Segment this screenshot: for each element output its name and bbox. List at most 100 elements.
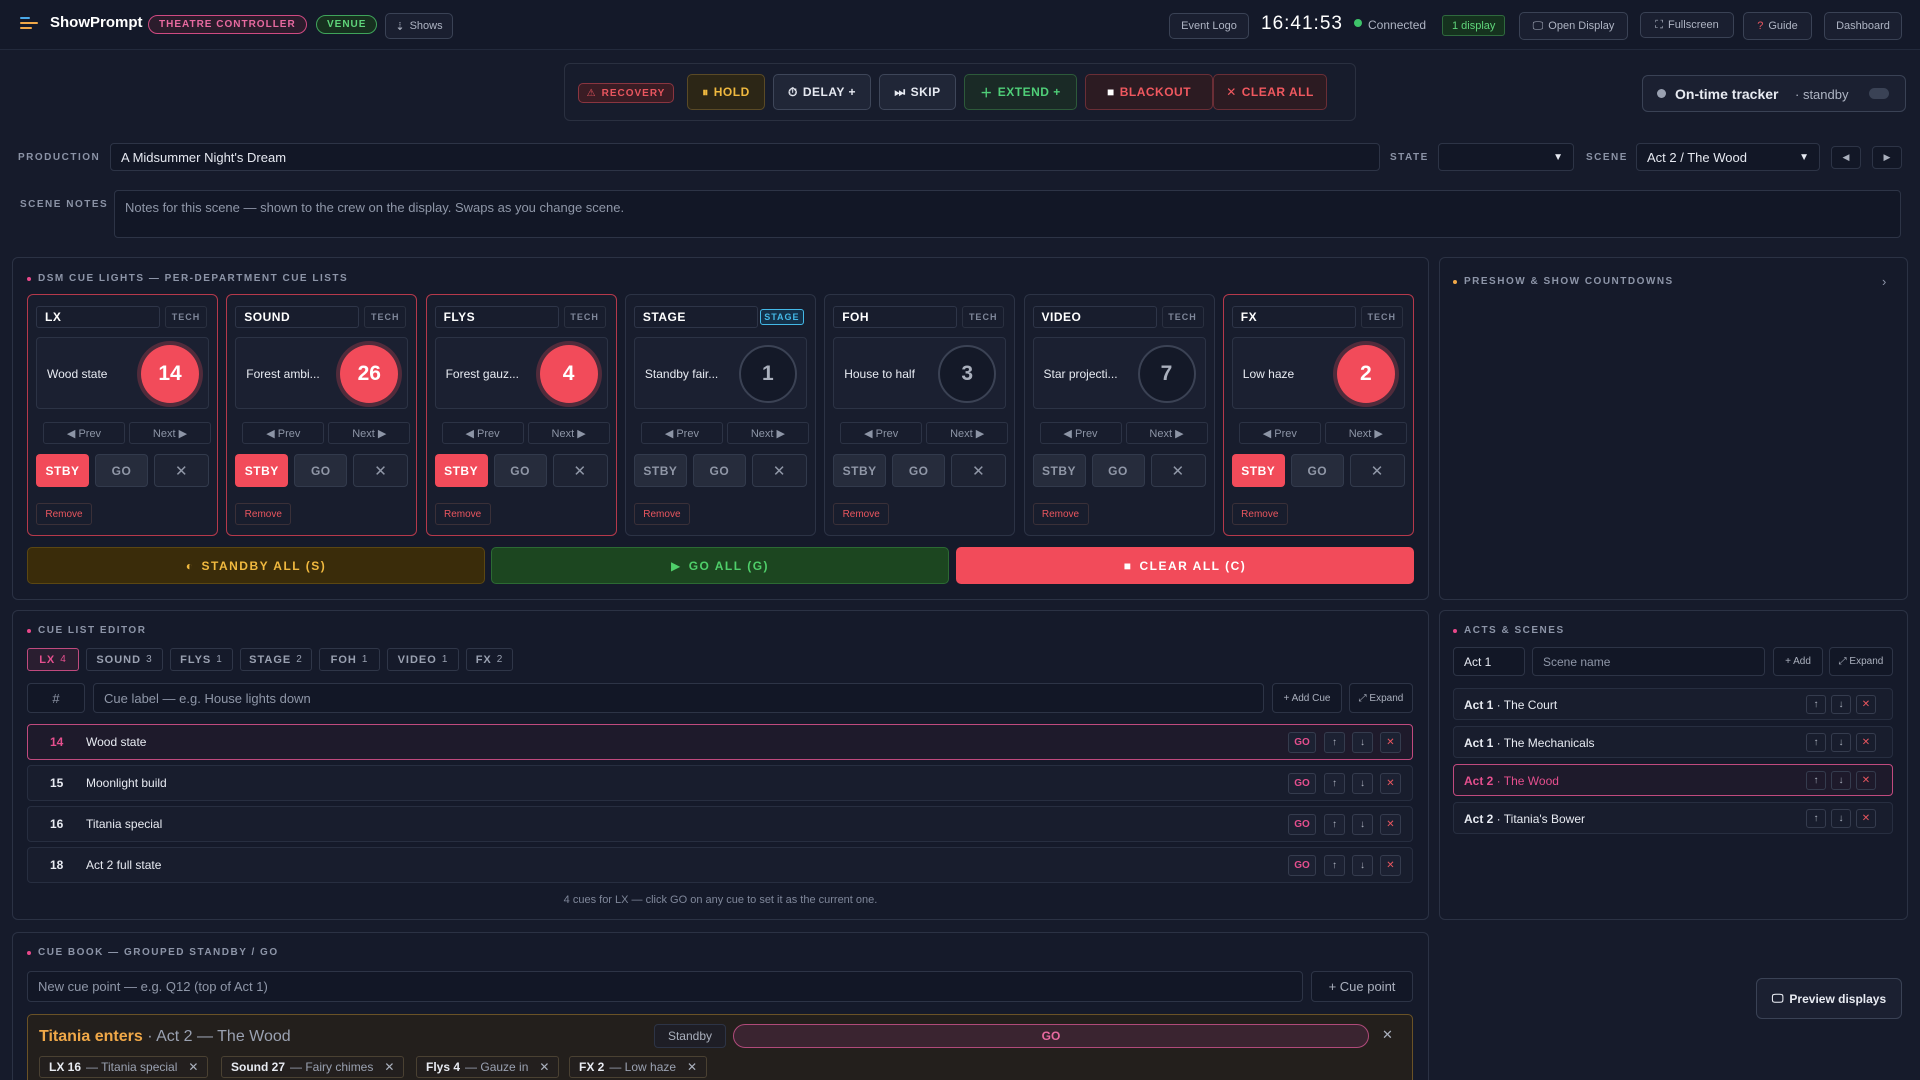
arrow-down-icon[interactable]: ↓ <box>1352 814 1373 835</box>
remove-chip-icon[interactable]: ✕ <box>384 1060 394 1074</box>
delete-icon[interactable]: ✕ <box>1856 733 1876 752</box>
expand-cues-button[interactable]: ⤢ Expand <box>1349 683 1413 713</box>
group-go-button[interactable]: GO <box>733 1024 1369 1048</box>
tab-sound[interactable]: SOUND 3 <box>86 648 163 671</box>
next-cue-button[interactable]: Next ▶ <box>1324 422 1407 444</box>
prev-cue-button[interactable]: ◀ Prev <box>640 422 723 444</box>
prev-cue-button[interactable]: ◀ Prev <box>1039 422 1122 444</box>
go-button[interactable]: GO <box>95 454 148 487</box>
tab-lx[interactable]: LX 4 <box>27 648 79 671</box>
clear-icon[interactable]: ✕ <box>751 454 807 487</box>
tab-fx[interactable]: FX 2 <box>466 648 513 671</box>
remove-dept-button[interactable]: Remove <box>633 503 690 525</box>
tab-foh[interactable]: FOH 1 <box>319 648 380 671</box>
arrow-down-icon[interactable]: ↓ <box>1352 773 1373 794</box>
go-all-button[interactable]: ▶ GO ALL (G) <box>491 547 949 584</box>
shows-button[interactable]: ⇣ Shows <box>385 13 453 39</box>
next-cue-button[interactable]: Next ▶ <box>1125 422 1208 444</box>
clear-all-button[interactable]: ■ CLEAR ALL (C) <box>956 547 1414 584</box>
chevron-right-icon[interactable]: › <box>1882 274 1886 289</box>
arrow-up-icon[interactable]: ↑ <box>1324 855 1345 876</box>
prev-cue-button[interactable]: ◀ Prev <box>1238 422 1321 444</box>
cue-go-button[interactable]: GO <box>1288 732 1316 753</box>
clear-icon[interactable]: ✕ <box>1150 454 1206 487</box>
extend-button[interactable]: ＋ EXTEND + <box>964 74 1077 110</box>
clear-icon[interactable]: ✕ <box>552 454 608 487</box>
cue-go-button[interactable]: GO <box>1288 814 1316 835</box>
remove-chip-icon[interactable]: ✕ <box>188 1060 198 1074</box>
arrow-up-icon[interactable]: ↑ <box>1324 814 1345 835</box>
next-cue-button[interactable]: Next ▶ <box>726 422 809 444</box>
standby-all-button[interactable]: ◐ STANDBY ALL (S) <box>27 547 485 584</box>
expand-scenes-button[interactable]: ⤢ Expand <box>1829 647 1893 676</box>
stby-button[interactable]: STBY <box>36 454 89 487</box>
arrow-down-icon[interactable]: ↓ <box>1352 732 1373 753</box>
fullscreen-button[interactable]: ⛶ Fullscreen <box>1640 12 1734 38</box>
cue-row[interactable]: 18 Act 2 full state GO ↑ ↓ ✕ <box>27 847 1413 883</box>
cue-label-input[interactable]: Cue label — e.g. House lights down <box>93 683 1264 713</box>
delete-icon[interactable]: ✕ <box>1856 809 1876 828</box>
stby-button[interactable]: STBY <box>1032 454 1086 487</box>
next-cue-button[interactable]: Next ▶ <box>926 422 1009 444</box>
delete-icon[interactable]: ✕ <box>1856 695 1876 714</box>
on-time-tracker[interactable]: On-time tracker · standby <box>1642 75 1906 112</box>
scene-row[interactable]: Act 1 · The Mechanicals ↑ ↓ ✕ <box>1453 726 1893 758</box>
scene-row[interactable]: Act 2 · The Wood ↑ ↓ ✕ <box>1453 764 1893 796</box>
go-button[interactable]: GO <box>892 454 946 487</box>
new-cue-point-input[interactable]: New cue point — e.g. Q12 (top of Act 1) <box>27 971 1303 1002</box>
arrow-down-icon[interactable]: ↓ <box>1352 855 1373 876</box>
scene-select[interactable]: Act 2 / The Wood ▼ <box>1636 143 1820 171</box>
add-cue-button[interactable]: + Add Cue <box>1272 683 1342 713</box>
preview-displays-button[interactable]: 🖵 Preview displays <box>1756 978 1902 1019</box>
scene-row[interactable]: Act 1 · The Court ↑ ↓ ✕ <box>1453 688 1893 720</box>
remove-dept-button[interactable]: Remove <box>1032 503 1089 525</box>
tracker-toggle[interactable] <box>1869 88 1889 99</box>
next-cue-button[interactable]: Next ▶ <box>129 422 211 444</box>
group-standby-button[interactable]: Standby <box>654 1024 726 1048</box>
prev-cue-button[interactable]: ◀ Prev <box>43 422 125 444</box>
act-input[interactable]: Act 1 <box>1453 647 1525 676</box>
clear-icon[interactable]: ✕ <box>951 454 1007 487</box>
arrow-down-icon[interactable]: ↓ <box>1831 733 1851 752</box>
prev-cue-button[interactable]: ◀ Prev <box>840 422 923 444</box>
go-button[interactable]: GO <box>294 454 348 487</box>
next-scene-button[interactable]: ▶ <box>1872 146 1902 169</box>
arrow-up-icon[interactable]: ↑ <box>1324 773 1345 794</box>
delete-icon[interactable]: ✕ <box>1380 814 1401 835</box>
arrow-up-icon[interactable]: ↑ <box>1806 695 1826 714</box>
delete-icon[interactable]: ✕ <box>1380 732 1401 753</box>
brand[interactable]: ShowPrompt <box>20 14 143 31</box>
toolbar-clear-all-button[interactable]: ✕ CLEAR ALL <box>1213 74 1327 110</box>
delete-icon[interactable]: ✕ <box>1856 771 1876 790</box>
add-scene-button[interactable]: + Add <box>1773 647 1823 676</box>
go-button[interactable]: GO <box>1290 454 1344 487</box>
remove-dept-button[interactable]: Remove <box>1231 503 1288 525</box>
cue-row[interactable]: 14 Wood state GO ↑ ↓ ✕ <box>27 724 1413 760</box>
remove-dept-button[interactable]: Remove <box>36 503 92 525</box>
blackout-button[interactable]: ■ BLACKOUT <box>1085 74 1213 110</box>
cue-go-button[interactable]: GO <box>1288 773 1316 794</box>
stby-button[interactable]: STBY <box>1231 454 1285 487</box>
delete-icon[interactable]: ✕ <box>1380 773 1401 794</box>
event-logo-button[interactable]: Event Logo <box>1169 13 1249 39</box>
go-button[interactable]: GO <box>692 454 746 487</box>
prev-cue-button[interactable]: ◀ Prev <box>242 422 325 444</box>
delay-button[interactable]: ⏱ DELAY + <box>773 74 871 110</box>
arrow-down-icon[interactable]: ↓ <box>1831 809 1851 828</box>
scene-name-input[interactable]: Scene name <box>1532 647 1765 676</box>
arrow-down-icon[interactable]: ↓ <box>1831 771 1851 790</box>
open-display-button[interactable]: 🖵 Open Display <box>1519 12 1628 40</box>
cue-go-button[interactable]: GO <box>1288 855 1316 876</box>
cue-chip[interactable]: FX 2 — Low haze ✕ <box>569 1056 708 1078</box>
tab-video[interactable]: VIDEO 1 <box>387 648 459 671</box>
add-cue-point-button[interactable]: + Cue point <box>1311 971 1413 1002</box>
clear-icon[interactable]: ✕ <box>1349 454 1405 487</box>
arrow-up-icon[interactable]: ↑ <box>1324 732 1345 753</box>
remove-chip-icon[interactable]: ✕ <box>687 1060 697 1074</box>
production-input[interactable]: A Midsummer Night's Dream <box>110 143 1380 171</box>
remove-chip-icon[interactable]: ✕ <box>539 1060 549 1074</box>
remove-dept-button[interactable]: Remove <box>434 503 491 525</box>
remove-dept-button[interactable]: Remove <box>833 503 890 525</box>
arrow-up-icon[interactable]: ↑ <box>1806 809 1826 828</box>
recovery-button[interactable]: ⚠ RECOVERY <box>578 83 674 103</box>
